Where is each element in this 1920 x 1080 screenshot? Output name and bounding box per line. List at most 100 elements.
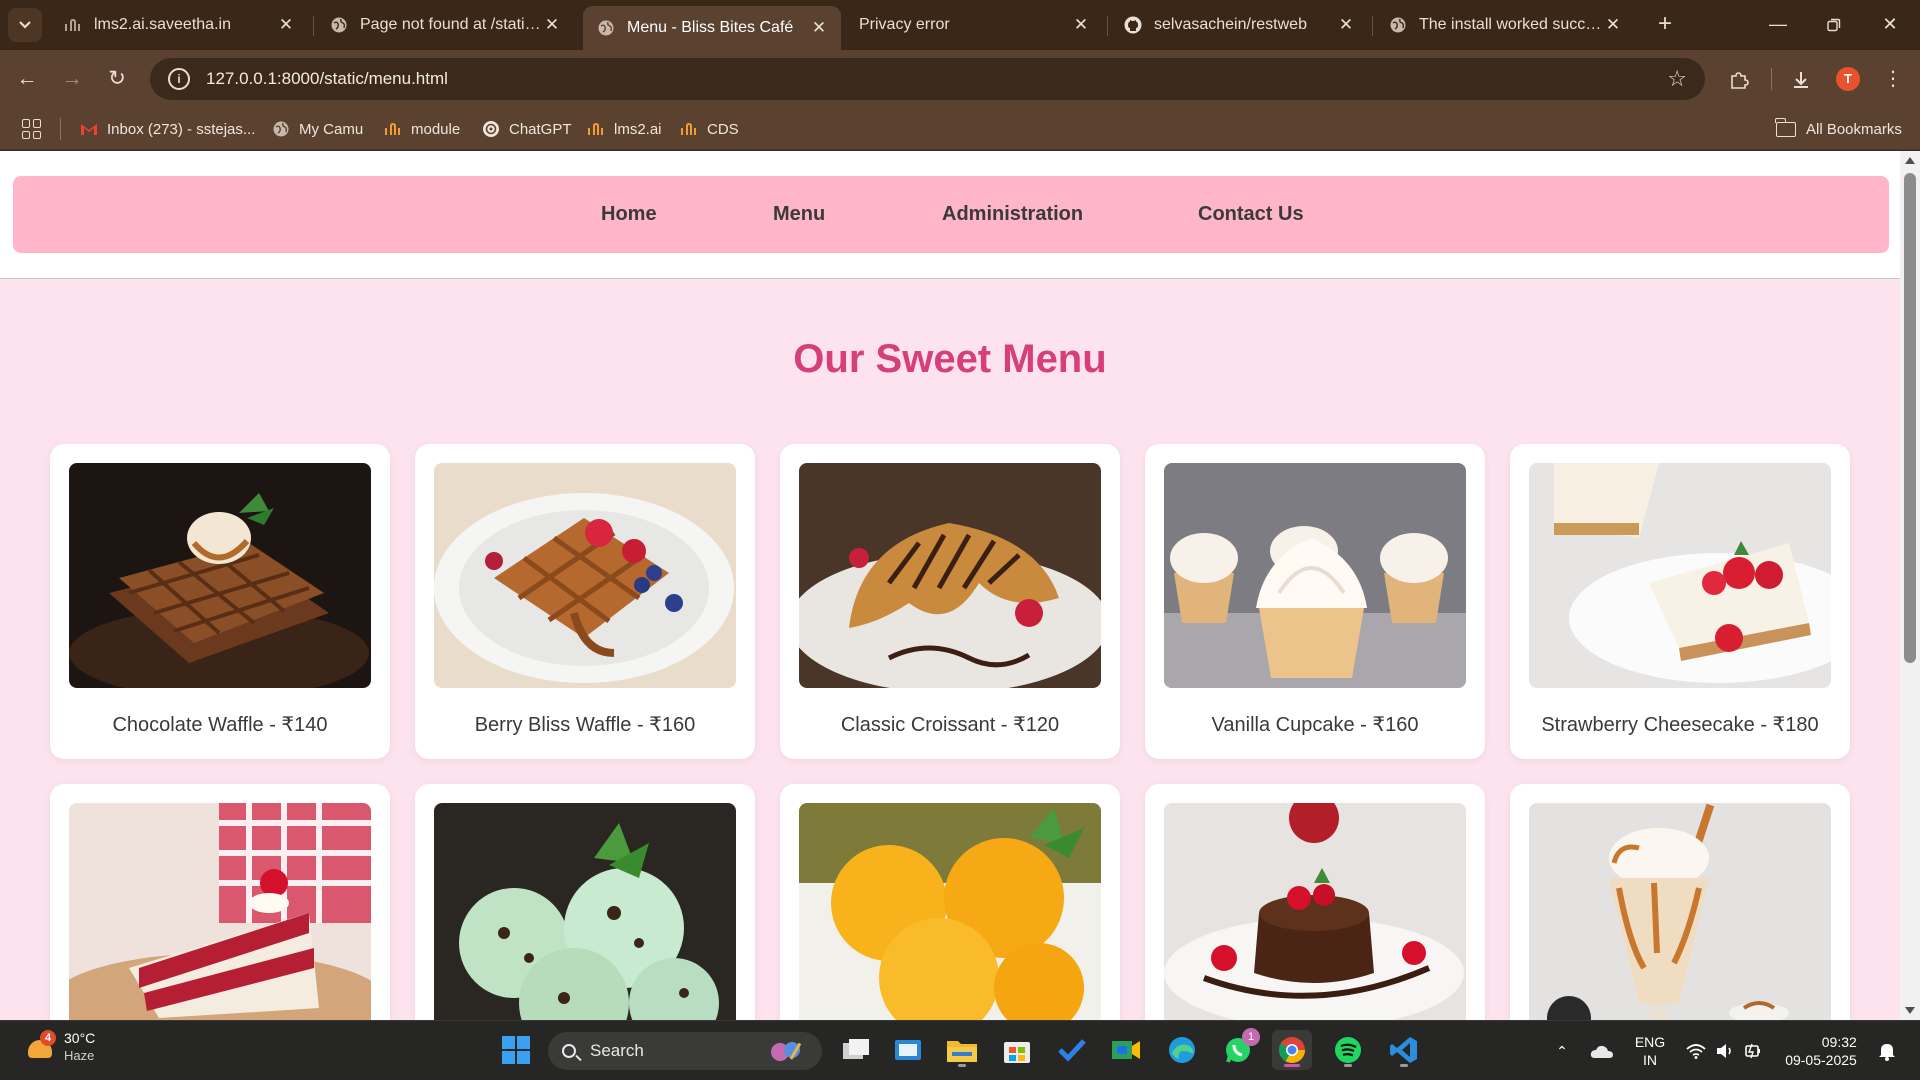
show-hidden-icons[interactable]: ⌃ bbox=[1550, 1021, 1574, 1080]
red-velvet-cake-image bbox=[69, 803, 371, 1020]
meet-button[interactable] bbox=[1106, 1030, 1146, 1070]
close-icon[interactable]: ✕ bbox=[276, 15, 296, 35]
nav-menu[interactable]: Menu bbox=[773, 176, 825, 253]
menu-card[interactable] bbox=[1145, 784, 1485, 1020]
clock[interactable]: 09:32 09-05-2025 bbox=[1776, 1021, 1866, 1080]
downloads-button[interactable] bbox=[1784, 62, 1818, 96]
menu-card[interactable]: Strawberry Cheesecake - ₹180 bbox=[1510, 444, 1850, 759]
tab-title: lms2.ai.saveetha.in bbox=[94, 16, 231, 33]
spotify-button[interactable] bbox=[1328, 1030, 1368, 1070]
language-indicator[interactable]: ENG IN bbox=[1630, 1021, 1670, 1080]
lms-icon bbox=[384, 120, 402, 138]
notifications-button[interactable] bbox=[1872, 1021, 1902, 1080]
onedrive-icon[interactable] bbox=[1588, 1021, 1616, 1080]
milkshake-image bbox=[1529, 803, 1831, 1020]
close-icon[interactable]: ✕ bbox=[809, 18, 829, 38]
task-view-button[interactable] bbox=[836, 1030, 876, 1070]
profile-avatar[interactable]: T bbox=[1836, 67, 1860, 91]
tab-separator bbox=[1107, 16, 1108, 36]
nav-home[interactable]: Home bbox=[601, 176, 657, 253]
start-button[interactable] bbox=[496, 1030, 536, 1070]
bookmark-lms2[interactable]: lms2.ai bbox=[587, 116, 662, 142]
close-icon[interactable]: ✕ bbox=[1336, 15, 1356, 35]
close-icon[interactable]: ✕ bbox=[1603, 15, 1623, 35]
store-button[interactable] bbox=[997, 1030, 1037, 1070]
chevron-up-icon: ⌃ bbox=[1556, 1042, 1568, 1059]
todo-button[interactable] bbox=[1052, 1030, 1092, 1070]
tab-install-worked[interactable]: The install worked successfully! ✕ bbox=[1375, 6, 1635, 44]
site-info-icon[interactable]: i bbox=[168, 68, 190, 90]
widgets-button[interactable] bbox=[888, 1030, 928, 1070]
tab-title: Privacy error bbox=[859, 16, 950, 33]
menu-card[interactable]: Chocolate Waffle - ₹140 bbox=[50, 444, 390, 759]
menu-card[interactable] bbox=[780, 784, 1120, 1020]
search-label: Search bbox=[590, 1041, 644, 1060]
forward-button[interactable]: → bbox=[55, 62, 89, 96]
gmail-icon bbox=[80, 120, 98, 138]
bookmark-my-camu[interactable]: My Camu bbox=[272, 116, 363, 142]
close-icon[interactable]: ✕ bbox=[542, 15, 562, 35]
tab-page-not-found[interactable]: Page not found at /static/index.html ✕ bbox=[316, 6, 574, 44]
menu-card[interactable]: Classic Croissant - ₹120 bbox=[780, 444, 1120, 759]
bookmark-inbox[interactable]: Inbox (273) - sstejas... bbox=[80, 116, 255, 142]
restore-button[interactable] bbox=[1806, 0, 1862, 50]
scroll-up-icon[interactable] bbox=[1905, 157, 1915, 164]
back-button[interactable]: ← bbox=[10, 62, 44, 96]
taskbar-search[interactable]: Search bbox=[548, 1032, 822, 1070]
bookmark-star-icon[interactable]: ☆ bbox=[1667, 66, 1687, 92]
tab-privacy-error[interactable]: Privacy error ✕ bbox=[845, 6, 1103, 44]
extensions-button[interactable] bbox=[1722, 62, 1756, 96]
arrow-right-icon: → bbox=[61, 67, 83, 90]
nav-contact-us[interactable]: Contact Us bbox=[1198, 176, 1304, 253]
page-scrollbar[interactable] bbox=[1900, 151, 1920, 1020]
bookmark-chatgpt[interactable]: ChatGPT bbox=[482, 116, 572, 142]
menu-card[interactable] bbox=[415, 784, 755, 1020]
volume-icon[interactable] bbox=[1712, 1021, 1738, 1080]
vscode-button[interactable] bbox=[1384, 1030, 1424, 1070]
bookmarks-bar: Inbox (273) - sstejas... My Camu module … bbox=[0, 108, 1920, 150]
weather-widget[interactable]: 4 30°C Haze bbox=[24, 1029, 95, 1065]
close-window-button[interactable]: ✕ bbox=[1862, 0, 1918, 50]
edge-button[interactable] bbox=[1162, 1030, 1202, 1070]
apps-grid-icon[interactable] bbox=[22, 119, 42, 139]
lms-icon bbox=[587, 120, 605, 138]
chrome-menu-button[interactable]: ⋮ bbox=[1876, 62, 1910, 96]
chrome-icon bbox=[1278, 1037, 1306, 1064]
running-indicator bbox=[1400, 1064, 1408, 1067]
menu-card[interactable]: Berry Bliss Waffle - ₹160 bbox=[415, 444, 755, 759]
bell-icon bbox=[1879, 1044, 1895, 1061]
tab-separator bbox=[313, 16, 314, 36]
wifi-icon[interactable] bbox=[1682, 1021, 1710, 1080]
battery-icon[interactable] bbox=[1740, 1021, 1766, 1080]
nav-administration[interactable]: Administration bbox=[942, 176, 1083, 253]
bookmark-label: module bbox=[411, 120, 461, 138]
bookmark-label: ChatGPT bbox=[509, 120, 572, 138]
bookmark-module[interactable]: module bbox=[384, 116, 460, 142]
address-bar[interactable]: i 127.0.0.1:8000/static/menu.html ☆ bbox=[150, 58, 1705, 100]
tab-menu-bliss-bites[interactable]: Menu - Bliss Bites Café ✕ bbox=[583, 6, 841, 50]
scrollbar-thumb[interactable] bbox=[1904, 173, 1916, 663]
menu-card[interactable] bbox=[1510, 784, 1850, 1020]
tab-search-button[interactable] bbox=[8, 8, 42, 42]
bookmark-cds[interactable]: CDS bbox=[680, 116, 739, 142]
minimize-button[interactable]: — bbox=[1750, 0, 1806, 50]
reload-button[interactable]: ↻ bbox=[100, 62, 134, 96]
close-icon[interactable]: ✕ bbox=[1071, 15, 1091, 35]
globe-icon bbox=[272, 120, 290, 138]
chrome-button[interactable] bbox=[1272, 1030, 1312, 1070]
new-tab-button[interactable]: + bbox=[1650, 10, 1680, 40]
tab-github[interactable]: selvasachein/restweb ✕ bbox=[1110, 6, 1368, 44]
weather-badge: 4 bbox=[40, 1030, 56, 1046]
menu-item-label: Chocolate Waffle - ₹140 bbox=[112, 714, 328, 736]
url-text[interactable]: 127.0.0.1:8000/static/menu.html bbox=[206, 69, 1667, 89]
more-vert-icon: ⋮ bbox=[1883, 68, 1903, 90]
tab-lms[interactable]: lms2.ai.saveetha.in ✕ bbox=[50, 6, 308, 44]
whatsapp-button[interactable]: 1 bbox=[1218, 1028, 1260, 1070]
menu-card[interactable] bbox=[50, 784, 390, 1020]
file-explorer-button[interactable] bbox=[942, 1030, 982, 1070]
croissant-image bbox=[799, 463, 1101, 688]
running-indicator bbox=[958, 1064, 966, 1067]
all-bookmarks-button[interactable]: All Bookmarks bbox=[1775, 116, 1902, 142]
scroll-down-icon[interactable] bbox=[1905, 1007, 1915, 1014]
menu-card[interactable]: Vanilla Cupcake - ₹160 bbox=[1145, 444, 1485, 759]
